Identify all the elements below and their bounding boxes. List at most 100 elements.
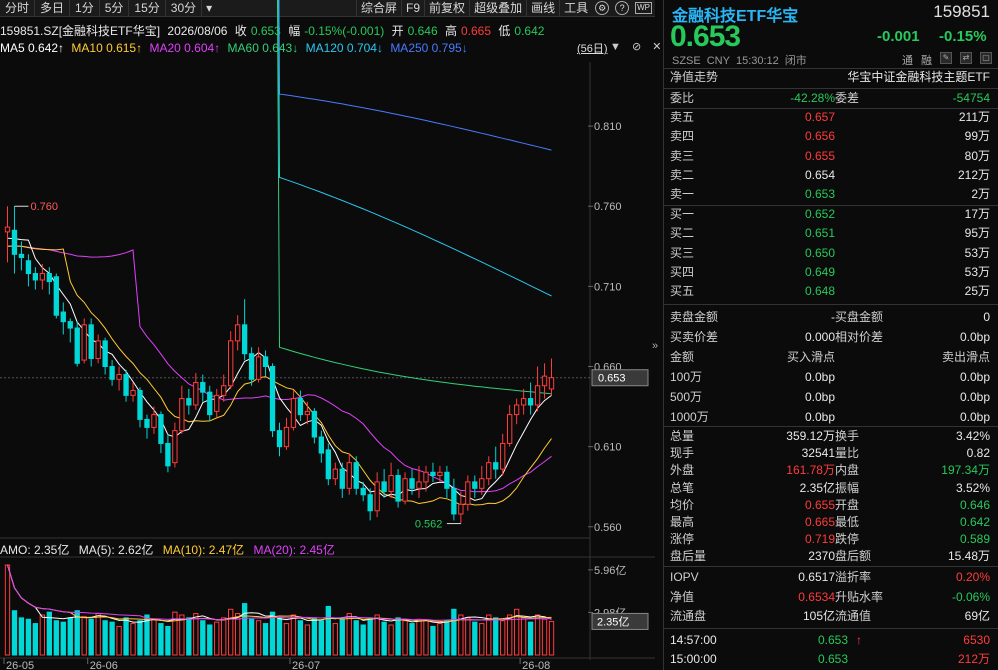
bid-row-value: 0.649 [804,264,835,279]
low-annotation-label: 0.562 [415,519,443,531]
stat-row: 外盘 161.78万 内盘 197.34万 [670,461,990,480]
volume-bar [353,620,359,656]
quote-panel: 金融科技ETF华宝 159851 0.653 -0.001 -0.15% SZS… [663,0,998,670]
volume-bar [158,623,164,656]
panel-meta: SZSE CNY 15:30:12 闭市 [672,55,807,67]
y-tick-label: 0.760 [594,201,622,213]
volume-bar [430,625,436,656]
iopv-row: IOPV 0.6517 溢折率 0.20% [670,568,990,587]
candle-body [541,375,548,387]
candle-body [500,442,506,470]
volume-bar [248,618,255,656]
bid-row: 买四 0.649 53万 [670,263,990,282]
slippage-row-value: 0.0bp [804,390,835,404]
iopv-row-value: 0.6534 [798,589,835,604]
volume-bar [228,608,234,656]
y-tick-label: 0.560 [594,522,622,534]
volume-bar [4,564,11,656]
swap-icon[interactable]: ⇄ [960,52,972,64]
candle-body [486,462,492,480]
candle-body [109,366,115,380]
vol-ma5-line [7,564,552,624]
weibi-row: 委比 -42.28% 委差 -54754 [670,89,990,108]
bid-row-value2: 53万 [964,245,990,260]
tong-badge[interactable]: 通 [902,52,913,68]
rong-badge[interactable]: 融 [921,52,932,68]
bid-row-label: 买五 [670,284,695,299]
candle-body [151,414,157,428]
ask-row: 卖二 0.654 212万 [670,166,990,185]
stat-row-value: 2370 [808,549,835,564]
slippage-header-label: 金额 [670,350,695,364]
volume-bar [297,620,304,656]
volume-bar [423,620,429,656]
slippage-row-value2: 0.0bp [959,410,990,424]
candle-body [416,481,422,489]
candle-body [507,414,513,444]
slippage-row-label: 100万 [670,370,703,384]
volume-bar [18,617,25,656]
candle-body [269,366,276,432]
ask-row: 卖一 0.653 2万 [670,185,990,204]
volume-bar [46,611,52,656]
candle-body [374,481,380,512]
slippage-row-value2: 0.0bp [959,390,990,404]
volume-bar [479,623,485,656]
stat-row: 盘后量 2370 盘后额 15.48万 [670,547,990,566]
y-tick-label: 0.610 [594,442,622,454]
stat-row: 均价 0.655 开盘 0.646 [670,496,990,515]
tick-volume: 6530 [963,633,990,647]
candle-body [465,481,471,505]
candle-body [53,276,59,316]
volume-bar [11,610,18,656]
volume-bar [67,617,73,656]
candle-body [325,449,331,480]
tick-row: 14:57:00 0.653 ↑ 6530 [670,631,990,650]
volume-bar [214,621,220,656]
stat-row-label2: 开盘 [835,497,860,512]
candle-body [444,471,450,489]
panel-change: -0.001 [877,28,920,45]
candle-body [248,353,255,380]
volume-bar [500,620,506,656]
candle-body [74,327,80,364]
slippage-row: 1000万 0.0bp 0.0bp [670,408,990,427]
candle-body [25,260,32,275]
volume-bar [262,623,269,656]
candle-body [513,404,520,416]
edit-icon[interactable]: ✎ [940,52,952,64]
volume-bar [451,608,457,656]
nav-row: 净值走势 华宝中证金融科技主题ETF [670,68,990,87]
volume-bar [548,620,555,656]
slippage-header-value: 买入滑点 [786,350,835,364]
nav-row-value2: 华宝中证金融科技主题ETF [847,70,990,84]
candle-body [318,436,325,454]
volume-bar [137,620,143,656]
kline-chart[interactable]: 0.8100.7600.7100.6600.6100.5600.6535.96亿… [0,0,663,670]
slippage-row-value: 0.0bp [804,410,835,424]
ask-row-value2: 211万 [958,110,990,124]
stat-row-label: 最高 [670,515,695,529]
stat-row-label2: 量比 [835,446,860,461]
candle-body [472,481,478,489]
volume-bar [95,613,101,656]
ask-row-value2: 2万 [971,187,990,202]
panel-security-code: 159851 [933,2,990,21]
candle-body [479,478,485,489]
bid-row-label: 买四 [670,264,695,279]
stat-row-value2: 15.48万 [947,549,990,564]
candle-body [158,414,164,444]
candle-body [451,487,457,515]
volume-bar [60,621,66,656]
window-icon[interactable]: ▢ [980,52,992,64]
volume-bar [207,624,213,656]
volume-bar [151,618,157,656]
collapse-panel-icon[interactable]: » [652,340,658,352]
volume-bar [241,603,248,656]
volume-bar [116,625,122,656]
bid-row-value2: 95万 [964,226,990,241]
candle-body [520,398,527,406]
stat-row-value: 2.35亿 [799,480,835,495]
y-tick-label: 0.810 [594,121,622,133]
divider [664,628,998,629]
